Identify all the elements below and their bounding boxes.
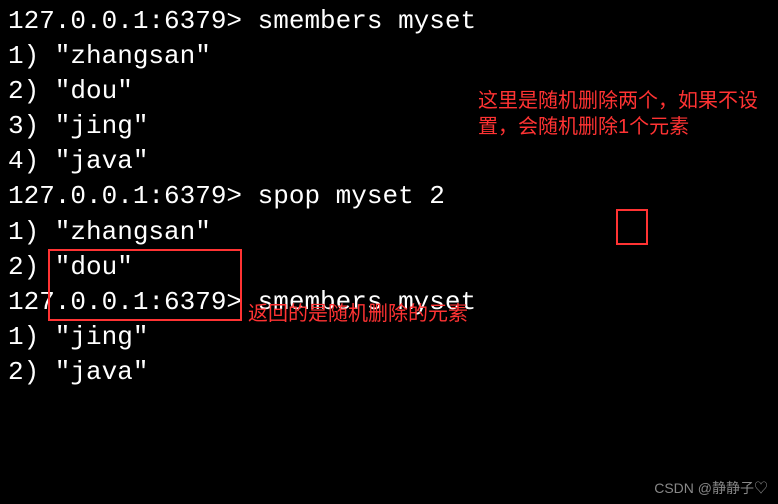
terminal-line-result: 4) "java" bbox=[8, 144, 770, 179]
terminal-output: 127.0.0.1:6379> smembers myset 1) "zhang… bbox=[8, 4, 770, 390]
terminal-line-result: 1) "zhangsan" bbox=[8, 39, 770, 74]
terminal-line-result: 1) "zhangsan" bbox=[8, 215, 770, 250]
highlight-box-results bbox=[48, 249, 242, 321]
terminal-line-cmd-spop: 127.0.0.1:6379> spop myset 2 bbox=[8, 179, 770, 214]
highlight-box-argument bbox=[616, 209, 648, 245]
terminal-line-cmd-smembers: 127.0.0.1:6379> smembers myset bbox=[8, 4, 770, 39]
terminal-line-result: 2) "java" bbox=[8, 355, 770, 390]
watermark: CSDN @静静子♡ bbox=[654, 479, 768, 498]
annotation-note: 这里是随机删除两个，如果不设置，会随机删除1个元素 bbox=[478, 88, 758, 140]
annotation-note: 返回的是随机删除的元素 bbox=[248, 301, 548, 327]
